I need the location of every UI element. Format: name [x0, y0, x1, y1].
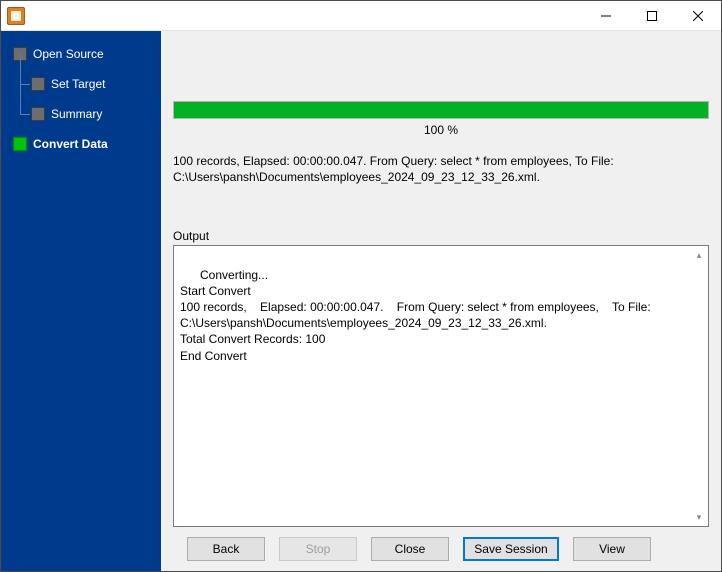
step-label: Open Source	[33, 47, 104, 61]
output-text: Converting... Start Convert 100 records,…	[180, 268, 654, 363]
step-set-target[interactable]: Set Target	[1, 69, 161, 99]
save-session-button[interactable]: Save Session	[463, 537, 559, 561]
progress-fill	[174, 102, 708, 118]
close-window-button[interactable]	[675, 1, 721, 31]
step-open-source[interactable]: Open Source	[1, 39, 161, 69]
wizard-sidebar: Open Source Set Target Summary Convert D…	[1, 31, 161, 571]
close-button[interactable]: Close	[371, 537, 449, 561]
button-row: Back Stop Close Save Session View	[173, 537, 709, 561]
step-label: Set Target	[51, 77, 105, 91]
view-button[interactable]: View	[573, 537, 651, 561]
step-box-icon	[31, 77, 45, 91]
step-box-icon	[13, 137, 27, 151]
step-box-icon	[31, 107, 45, 121]
progress-bar	[173, 101, 709, 119]
stop-button: Stop	[279, 537, 357, 561]
main-panel: 100 % 100 records, Elapsed: 00:00:00.047…	[161, 31, 721, 571]
back-button[interactable]: Back	[187, 537, 265, 561]
app-icon	[7, 7, 25, 25]
step-convert-data[interactable]: Convert Data	[1, 129, 161, 159]
maximize-button[interactable]	[629, 1, 675, 31]
scroll-up-icon[interactable]: ▴	[691, 247, 707, 263]
output-textarea[interactable]: Converting... Start Convert 100 records,…	[173, 245, 709, 527]
conversion-summary: 100 records, Elapsed: 00:00:00.047. From…	[173, 153, 709, 185]
progress-percent: 100 %	[173, 123, 709, 137]
step-label: Convert Data	[33, 137, 108, 151]
scroll-down-icon[interactable]: ▾	[691, 509, 707, 525]
minimize-button[interactable]	[583, 1, 629, 31]
step-summary[interactable]: Summary	[1, 99, 161, 129]
step-label: Summary	[51, 107, 102, 121]
output-label: Output	[173, 229, 709, 243]
titlebar	[1, 1, 721, 31]
